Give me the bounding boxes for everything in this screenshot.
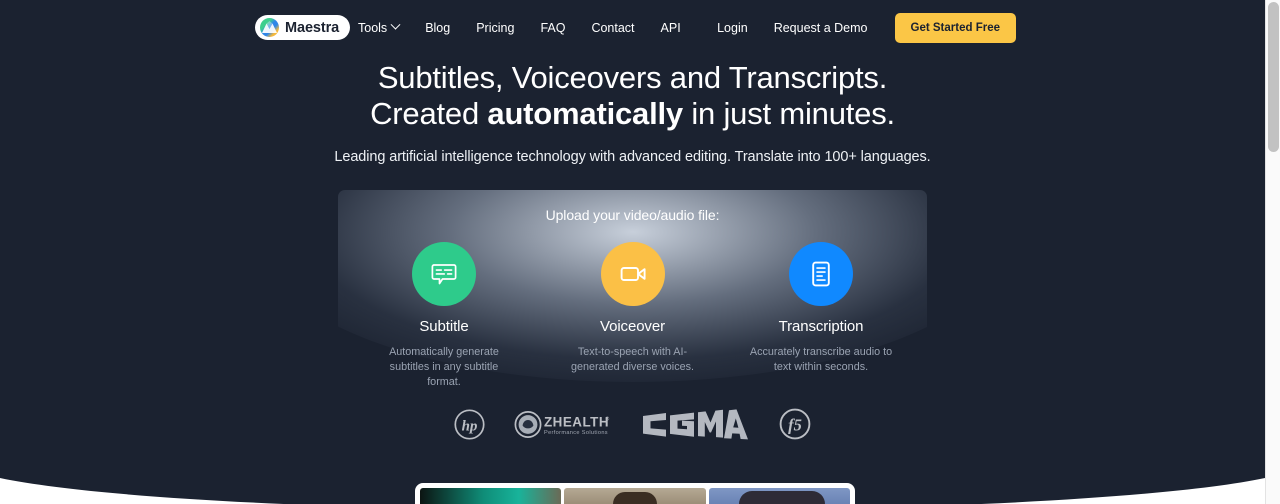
request-demo-link[interactable]: Request a Demo — [761, 21, 881, 35]
upload-card-subtitle-title: Subtitle — [419, 318, 469, 335]
chevron-down-icon — [390, 19, 401, 30]
svg-text:®: ® — [606, 415, 610, 422]
speech-bubble-subtitle-icon — [412, 242, 476, 306]
scrollbar-thumb[interactable] — [1268, 2, 1279, 152]
upload-card-transcription[interactable]: Transcription Accurately transcribe audi… — [731, 242, 911, 390]
hero-line-2-prefix: Created — [370, 96, 488, 132]
nav-link-tools[interactable]: Tools — [358, 19, 412, 35]
document-lines-icon — [789, 242, 853, 306]
upload-card-subtitle-description: Automatically generate subtitles in any … — [389, 346, 499, 389]
get-started-free-button[interactable]: Get Started Free — [894, 12, 1016, 43]
upload-card-transcription-description: Accurately transcribe audio to text with… — [749, 346, 893, 374]
upload-option-cards: Subtitle Automatically generate subtitle… — [338, 242, 927, 390]
wave-divider-decoration — [0, 478, 1265, 504]
nav-link-blog[interactable]: Blog — [412, 21, 463, 35]
nav-actions: Login Request a Demo Get Started Free — [704, 0, 1016, 55]
page-root: Maestra Tools Blog Pricing FAQ Contact A… — [0, 0, 1265, 504]
hero-line-2-emphasis: automatically — [487, 96, 683, 132]
nav-link-contact[interactable]: Contact — [578, 21, 647, 35]
nav-link-pricing[interactable]: Pricing — [463, 21, 527, 35]
nav-link-api[interactable]: API — [648, 21, 694, 35]
svg-text:f5: f5 — [788, 416, 802, 435]
brand-name: Maestra — [285, 19, 340, 36]
svg-text:hp: hp — [462, 418, 478, 434]
upload-card-transcription-title: Transcription — [778, 318, 864, 335]
brand-logo[interactable]: Maestra — [255, 15, 351, 40]
upload-card-voiceover-title: Voiceover — [600, 318, 665, 335]
upload-panel: Upload your video/audio file: Subtitle A… — [338, 190, 927, 392]
upload-card-voiceover[interactable]: Voiceover Text-to-speech with AI-generat… — [543, 242, 723, 390]
login-link[interactable]: Login — [704, 21, 761, 35]
hero-line-1: Subtitles, Voiceovers and Transcripts. — [377, 60, 888, 95]
browser-scrollbar[interactable] — [1265, 0, 1280, 504]
hero-section: Subtitles, Voiceovers and Transcripts. C… — [0, 60, 1265, 165]
nav-link-tools-label: Tools — [358, 20, 388, 35]
hero-subtitle: Leading artificial intelligence technolo… — [334, 148, 931, 165]
nav-links: Tools Blog Pricing FAQ Contact API — [358, 0, 694, 55]
upload-panel-title: Upload your video/audio file: — [545, 207, 720, 223]
svg-text:ZHEALTH: ZHEALTH — [544, 414, 609, 429]
maestra-mountain-logo-icon — [260, 18, 279, 37]
top-navigation-bar: Maestra Tools Blog Pricing FAQ Contact A… — [0, 0, 1265, 55]
video-camera-icon — [600, 242, 665, 306]
hero-line-2-suffix: in just minutes. — [682, 96, 895, 132]
upload-card-subtitle[interactable]: Subtitle Automatically generate subtitle… — [354, 242, 534, 390]
page-title: Subtitles, Voiceovers and Transcripts. C… — [0, 60, 1265, 133]
nav-link-faq[interactable]: FAQ — [527, 21, 578, 35]
upload-card-voiceover-description: Text-to-speech with AI-generated diverse… — [570, 346, 695, 374]
